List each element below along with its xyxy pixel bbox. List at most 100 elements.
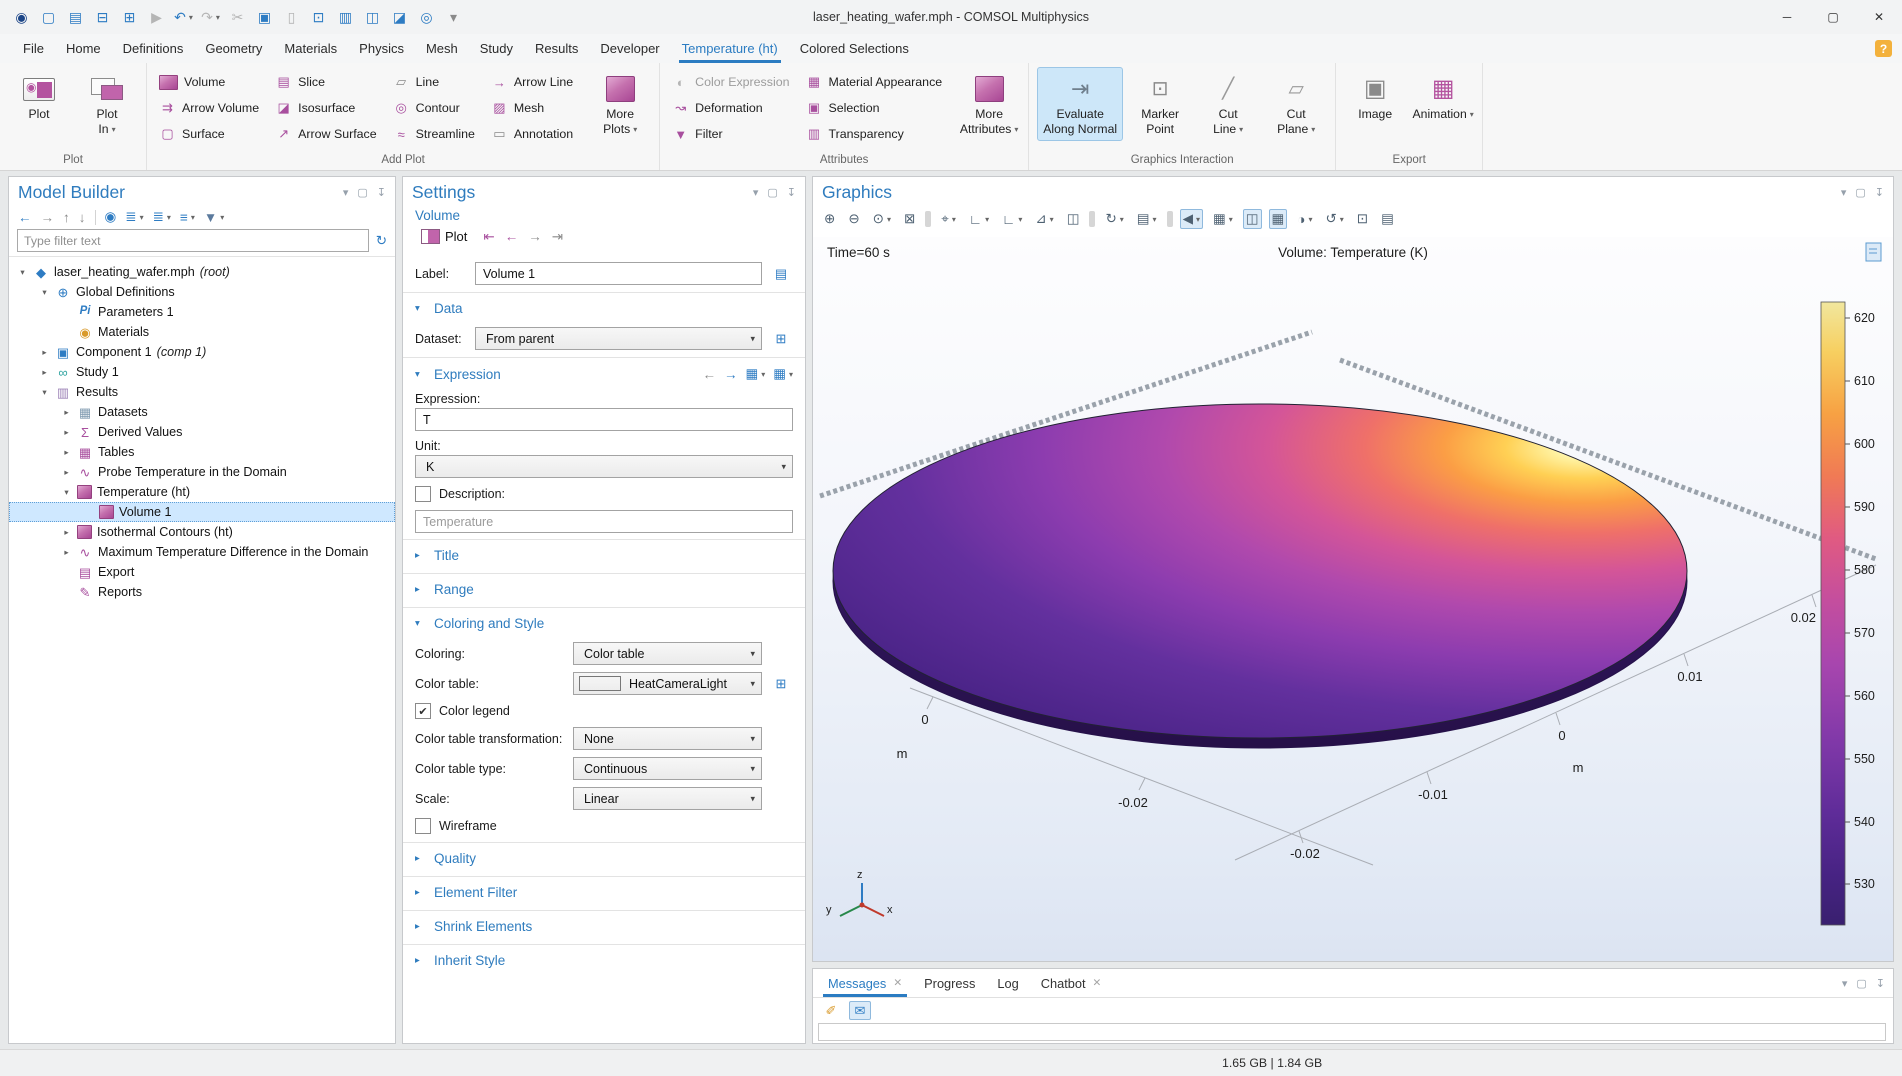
coloring-select[interactable]: Color table [573,642,762,665]
label-input[interactable]: Volume 1 [475,262,762,285]
section-coloring-style[interactable]: ▾ Coloring and Style [403,607,805,635]
arrow-surface-button[interactable]: ↗ Arrow Surface [271,121,387,147]
menu-tab-colored-selections[interactable]: Colored Selections [789,34,920,63]
menu-tab-developer[interactable]: Developer [589,34,670,63]
messages-output-field[interactable] [818,1023,1886,1041]
expander-icon[interactable]: ▸ [61,467,72,478]
forward-button[interactable]: → [41,210,55,225]
surface-button[interactable]: ▢ Surface [155,121,269,147]
tree-item-probe-temperature[interactable]: ▸ ∿ Probe Temperature in the Domain [9,462,395,482]
maximize-button[interactable]: ▢ [1810,0,1856,34]
next-expression-button[interactable]: → [724,367,738,382]
cut-line-button[interactable]: ╱ CutLine [1197,67,1259,141]
open-file-button[interactable]: ▤ [62,4,89,30]
save-as-button[interactable]: ⊞ [116,4,143,30]
back-button[interactable]: ← [18,210,32,225]
view-zx-button[interactable]: ⊿ [1032,209,1056,229]
expander-icon[interactable]: ▾ [39,387,50,398]
color-legend-checkbox[interactable] [415,703,431,719]
unit-select[interactable]: K [415,455,793,478]
streamline-button[interactable]: ≈ Streamline [389,121,485,147]
menu-tab-study[interactable]: Study [469,34,524,63]
description-input[interactable]: Temperature [415,510,793,533]
toolbar-separator[interactable] [1089,211,1095,227]
expander-icon[interactable]: ▾ [17,267,28,278]
zoom-extents-button[interactable]: ⊠ [901,209,918,229]
expand-all-button[interactable]: ≣ [125,209,143,225]
tree-item-global-definitions[interactable]: ▾ ⊕ Global Definitions [9,282,395,302]
cut-button[interactable]: ✂ [224,4,251,30]
previous-expression-button[interactable]: ← [702,367,716,382]
material-appearance-button[interactable]: ▦ Material Appearance [802,69,953,95]
settings-plot-button[interactable]: Plot [415,228,473,245]
tree-item-datasets[interactable]: ▸ ▦ Datasets [9,402,395,422]
tab-chatbot[interactable]: Chatbot ✕ [1030,969,1113,997]
line-button[interactable]: ▱ Line [389,69,485,95]
preview-button[interactable]: ◎ [413,4,440,30]
scene-settings-button[interactable]: ◑ [1294,210,1315,229]
grid-view-button[interactable]: ▦ [1269,209,1288,229]
evaluate-along-normal-button[interactable]: ⇥ EvaluateAlong Normal [1037,67,1123,141]
color-table-transformation-select[interactable]: None [573,727,762,750]
tree-item-export[interactable]: ▤ Export [9,562,395,582]
tree-item-derived-values[interactable]: ▸ Σ Derived Values [9,422,395,442]
section-shrink-elements[interactable]: ▸ Shrink Elements [403,910,805,938]
comsol-logo-button[interactable]: ◉ [8,4,35,30]
tree-options-button[interactable]: ≡ [180,210,195,225]
tree-filter-button[interactable]: ▼ [204,210,224,225]
collapse-all-button[interactable]: ≣ [153,209,171,225]
expander-icon[interactable]: ▸ [39,347,50,358]
expression-input[interactable]: T [415,408,793,431]
color-expression-button[interactable]: ◐ Color Expression [668,69,799,95]
toolbar-separator[interactable] [95,210,96,225]
run-button[interactable]: ▶ [143,4,170,30]
menu-tab-physics[interactable]: Physics [348,34,415,63]
view-xy-button[interactable]: ∟ [966,210,992,229]
toolbar-separator[interactable] [925,211,931,227]
filter-button[interactable]: ▼ Filter [668,121,799,147]
expander-icon[interactable]: ▸ [39,367,50,378]
expander-icon[interactable]: ▾ [39,287,50,298]
tree-item-max-temp-difference[interactable]: ▸ ∿ Maximum Temperature Difference in th… [9,542,395,562]
panel-menu-icon[interactable]: ▾ [753,186,759,199]
tree-item-parameters[interactable]: Pi Parameters 1 [9,302,395,322]
snapshot-button[interactable]: ⊡ [1354,209,1371,229]
mirror-view-button[interactable]: ◫ [1064,209,1083,229]
tree-item-component[interactable]: ▸ ▣ Component 1 (comp 1) [9,342,395,362]
image-button[interactable]: ▣ Image [1344,67,1406,141]
tree-item-materials[interactable]: ◉ Materials [9,322,395,342]
table-view-button[interactable]: ◫ [1243,209,1262,229]
section-inherit-style[interactable]: ▸ Inherit Style [403,944,805,972]
move-up-button[interactable]: ↑ [63,210,70,225]
tree-item-study[interactable]: ▸ ∞ Study 1 [9,362,395,382]
tree-item-tables[interactable]: ▸ ▦ Tables [9,442,395,462]
sound-button[interactable]: ◀ [1180,209,1203,229]
graphics-canvas[interactable]: Time=60 s Volume: Temperature (K) [813,237,1893,961]
window-layout-button[interactable]: ▦ [1210,209,1236,229]
message-options-button[interactable]: ✉ [849,1001,871,1020]
tree-item-temperature-ht[interactable]: ▾ Temperature (ht) [9,482,395,502]
panel-pin-icon[interactable]: ↧ [377,186,386,199]
section-quality[interactable]: ▸ Quality [403,842,805,870]
menu-tab-definitions[interactable]: Definitions [112,34,195,63]
section-range[interactable]: ▸ Range [403,573,805,601]
animation-button[interactable]: ▦ Animation [1412,67,1474,141]
plot-button[interactable]: Plot [8,67,70,141]
copy-button[interactable]: ▣ [251,4,278,30]
expander-icon[interactable]: ▸ [61,547,72,558]
close-tab-icon[interactable]: ✕ [1093,977,1102,989]
dataset-select[interactable]: From parent [475,327,762,350]
tab-progress[interactable]: Progress [913,969,986,997]
print-button[interactable]: ▤ [1378,209,1397,229]
tab-log[interactable]: Log [986,969,1029,997]
menu-tab-materials[interactable]: Materials [273,34,348,63]
panel-pin-icon[interactable]: ↧ [787,186,796,199]
tree-filter-input[interactable] [17,229,369,252]
section-expression[interactable]: ▾ Expression ← → ▦ ▦ [403,357,805,386]
zoom-in-button[interactable]: ⊕ [821,209,838,229]
marker-point-button[interactable]: ⊡ MarkerPoint [1129,67,1191,141]
menu-tab-file[interactable]: File [12,34,55,63]
toolbar-overflow-button[interactable]: ▾ [440,4,467,30]
isosurface-button[interactable]: ◪ Isosurface [271,95,387,121]
plot-settings-button[interactable]: ▤ [1134,209,1160,229]
